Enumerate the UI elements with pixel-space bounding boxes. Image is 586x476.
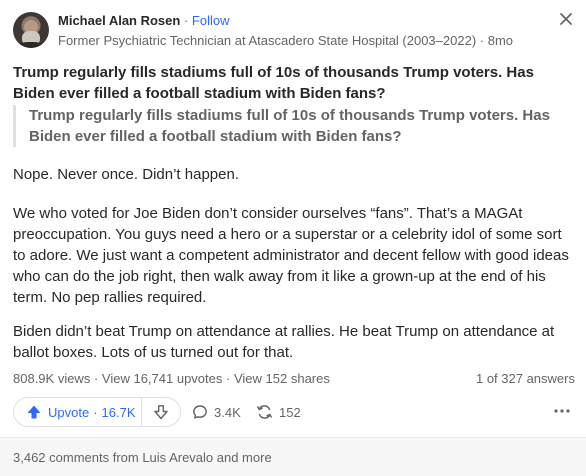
view-shares-link[interactable]: View 152 shares [234,371,330,386]
view-upvotes-link[interactable]: View 16,741 upvotes [102,371,222,386]
upvote-separator: · [93,404,98,420]
upvote-label: Upvote [48,404,90,420]
close-button[interactable] [558,12,574,28]
comment-icon [193,405,207,419]
comments-footer[interactable]: 3,462 comments from Luis Arevalo and mor… [0,437,586,476]
upvote-arrow-icon [27,405,41,419]
answer-card: Michael Alan Rosen · Follow Former Psych… [0,0,586,476]
vote-group: Upvote · 16.7K [13,397,181,427]
answer-time[interactable]: 8mo [488,33,513,48]
author-credential-line: Former Psychiatric Technician at Atascad… [58,33,513,48]
stats-separator: · [93,371,99,386]
answer-stats: 808.9K views · View 16,741 upvotes · Vie… [13,371,330,386]
downvote-arrow-icon [154,405,168,420]
question-quote: Trump regularly fills stadiums full of 1… [13,105,573,147]
share-icon [257,405,272,419]
comments-button[interactable]: 3.4K [192,401,241,423]
views-count: 808.9K views [13,371,91,386]
comments-summary[interactable]: 3,462 comments from Luis Arevalo and mor… [13,450,272,465]
upvote-count: 16.7K [101,404,136,420]
question-title[interactable]: Trump regularly fills stadiums full of 1… [13,62,573,104]
answer-paragraph-3: Biden didn’t beat Trump on attendance at… [13,323,555,361]
answer-position[interactable]: 1 of 327 answers [476,371,575,386]
shares-count: 152 [279,404,301,420]
author-avatar[interactable] [13,12,49,48]
stats-separator: · [226,371,231,386]
share-button[interactable]: 152 [256,401,301,423]
follow-button[interactable]: Follow [192,13,230,28]
downvote-button[interactable] [142,398,180,426]
more-options-button[interactable] [551,400,573,422]
comments-count: 3.4K [214,404,241,420]
upvote-button[interactable]: Upvote · 16.7K [14,398,142,426]
author-credential[interactable]: Former Psychiatric Technician at Atascad… [58,33,476,48]
author-separator: · [183,13,189,28]
close-icon [560,13,572,25]
author-line: Michael Alan Rosen · Follow [58,13,230,28]
answer-paragraph-2: We who voted for Joe Biden don’t conside… [13,205,569,306]
more-icon [554,409,570,413]
avatar-shirt [17,42,45,48]
credential-separator: · [479,33,485,48]
author-name[interactable]: Michael Alan Rosen [58,13,180,28]
answer-paragraph-1: Nope. Never once. Didn’t happen. [13,166,239,183]
